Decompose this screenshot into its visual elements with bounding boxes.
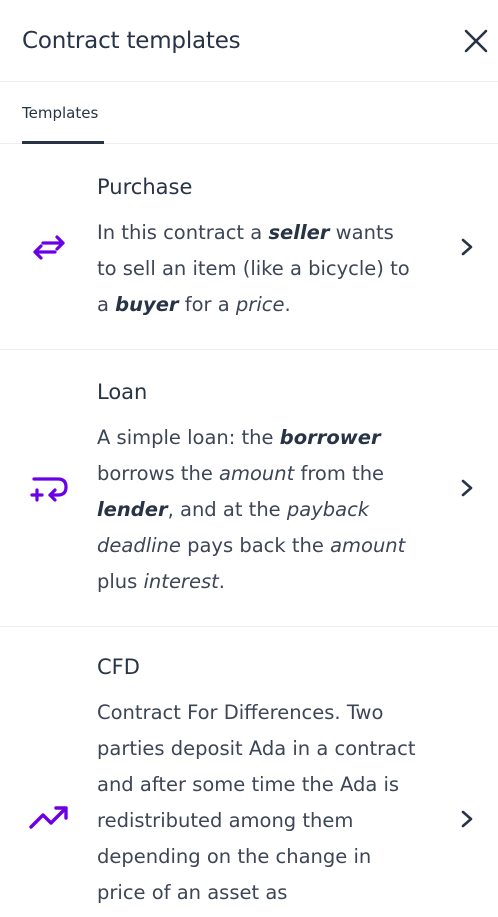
template-card-cfd[interactable]: CFD Contract For Differences. Two partie…: [0, 627, 498, 917]
role-borrower: borrower: [279, 426, 381, 449]
loan-return-icon: [29, 477, 68, 502]
template-title: Loan: [97, 380, 148, 404]
tab-templates[interactable]: Templates: [22, 82, 104, 143]
template-description: In this contract a seller wants to sell …: [97, 220, 410, 316]
value-amount: amount: [219, 462, 295, 485]
template-title: CFD: [97, 655, 140, 679]
template-card-purchase[interactable]: Purchase In this contract a seller wants…: [0, 144, 498, 350]
template-icon-wrap: [0, 233, 97, 261]
trending-up-icon: [28, 806, 68, 829]
chevron-right-icon: [461, 238, 473, 255]
close-icon: [464, 29, 488, 52]
template-title: Purchase: [97, 174, 193, 199]
template-card-loan[interactable]: Loan A simple loan: the borrower borrows…: [0, 350, 498, 627]
tab-templates-label: Templates: [22, 103, 99, 122]
page-title: Contract templates: [22, 27, 241, 54]
tab-bar: Templates: [0, 82, 498, 144]
role-lender: lender: [97, 498, 168, 521]
template-description: A simple loan: the borrower borrows the …: [97, 426, 406, 593]
chevron-right-icon: [461, 479, 473, 497]
chevron-wrap: [436, 237, 498, 257]
swap-arrows-icon: [32, 234, 65, 260]
template-icon-wrap: [0, 803, 97, 831]
value-interest: interest: [143, 570, 219, 593]
template-description: Contract For Differences. Two parties de…: [97, 701, 416, 904]
active-tab-indicator: [22, 141, 104, 144]
role-seller: seller: [268, 220, 330, 244]
template-icon-wrap: [0, 474, 97, 502]
chevron-right-icon: [461, 810, 473, 828]
panel-header: Contract templates: [0, 0, 498, 82]
value-price: price: [235, 292, 285, 316]
chevron-wrap: [436, 478, 498, 498]
close-button[interactable]: [459, 24, 493, 58]
value-amount: amount: [330, 534, 406, 557]
role-buyer: buyer: [115, 292, 179, 316]
chevron-wrap: [436, 809, 498, 829]
